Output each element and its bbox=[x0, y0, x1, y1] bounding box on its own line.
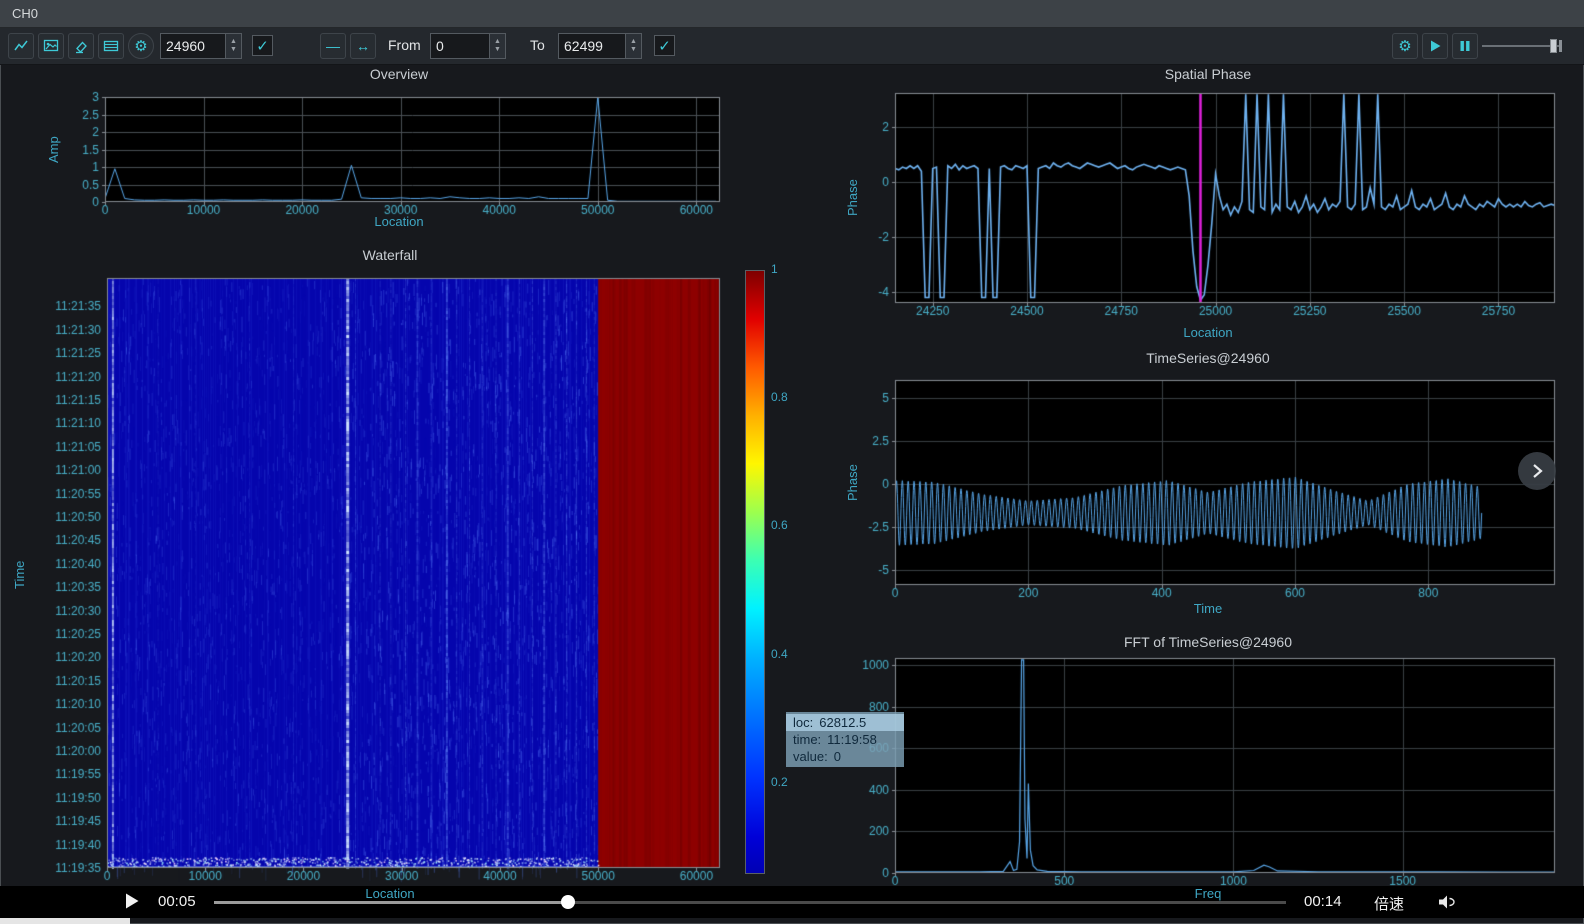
full-range-button[interactable]: ↔ bbox=[350, 33, 376, 59]
spinner-up-icon: ▲ bbox=[630, 38, 637, 46]
eraser-icon bbox=[73, 38, 89, 54]
from-input-group: ▲▼ bbox=[430, 33, 506, 59]
to-spinner[interactable]: ▲▼ bbox=[625, 34, 641, 58]
play-button[interactable] bbox=[1422, 33, 1448, 59]
slider-handle[interactable] bbox=[1550, 39, 1557, 53]
settings-tool-button[interactable]: ⚙ bbox=[128, 33, 154, 59]
chevron-right-icon bbox=[1530, 463, 1544, 479]
layout-tool-button[interactable] bbox=[98, 33, 124, 59]
tooltip-loc-value: 62812.5 bbox=[819, 715, 866, 730]
location-input-group: ▲▼ bbox=[160, 33, 242, 59]
timeseries-title: TimeSeries@24960 bbox=[850, 350, 1566, 366]
spinner-down-icon: ▼ bbox=[494, 46, 501, 54]
waterfall-plot[interactable] bbox=[40, 270, 740, 884]
waterfall-xlabel: Location bbox=[40, 886, 740, 901]
titlebar: CH0 bbox=[0, 0, 1584, 28]
overview-plot[interactable] bbox=[58, 88, 740, 220]
tooltip-value-row: value: 0 bbox=[786, 748, 904, 765]
spatial-xlabel: Location bbox=[850, 325, 1566, 340]
timeseries-ylabel: Phase bbox=[845, 435, 860, 531]
pause-button[interactable] bbox=[1452, 33, 1478, 59]
tooltip-loc-row: loc: 62812.5 bbox=[786, 714, 904, 731]
window-title: CH0 bbox=[12, 6, 38, 21]
waterfall-title: Waterfall bbox=[40, 247, 740, 263]
clear-tool-button[interactable] bbox=[68, 33, 94, 59]
tooltip-time-label: time: bbox=[793, 732, 821, 747]
from-input[interactable] bbox=[431, 34, 489, 58]
to-input-group: ▲▼ bbox=[558, 33, 642, 59]
range-arrows-icon: ↔ bbox=[356, 38, 370, 54]
colorbar bbox=[745, 270, 765, 874]
from-label: From bbox=[388, 37, 421, 53]
to-input[interactable] bbox=[559, 34, 625, 58]
panel-layout-icon bbox=[103, 38, 119, 54]
overview-title: Overview bbox=[58, 66, 740, 82]
fft-plot[interactable] bbox=[850, 650, 1566, 896]
image-icon bbox=[43, 38, 59, 54]
tooltip-time-value: 11:19:58 bbox=[827, 732, 877, 747]
spatial-phase-plot[interactable] bbox=[850, 85, 1566, 329]
minus-icon: — bbox=[326, 38, 340, 54]
spinner-up-icon: ▲ bbox=[230, 38, 237, 46]
gear-icon: ⚙ bbox=[134, 37, 147, 55]
snapshot-tool-button[interactable] bbox=[38, 33, 64, 59]
seek-progress bbox=[214, 901, 568, 904]
spinner-down-icon: ▼ bbox=[630, 46, 637, 54]
from-spinner[interactable]: ▲▼ bbox=[489, 34, 505, 58]
gear-icon: ⚙ bbox=[1398, 37, 1411, 55]
spatial-title: Spatial Phase bbox=[850, 66, 1566, 82]
toolbar: ⚙ ▲▼ ✓ — ↔ From ▲▼ To ▲▼ ✓ ⚙ bbox=[0, 28, 1584, 65]
checkmark-icon: ✓ bbox=[658, 37, 671, 55]
window-corner-strip bbox=[0, 918, 130, 924]
line-chart-icon bbox=[13, 38, 29, 54]
hover-tooltip: loc: 62812.5 time: 11:19:58 value: 0 bbox=[786, 712, 904, 767]
app-window: CH0 ⚙ ▲▼ ✓ — ↔ From bbox=[0, 0, 1584, 924]
colorbar-label: 1 bbox=[771, 262, 801, 276]
overview-xlabel: Location bbox=[58, 214, 740, 229]
playback-settings-button[interactable]: ⚙ bbox=[1392, 33, 1418, 59]
colorbar-label: 0.4 bbox=[771, 647, 801, 661]
spatial-ylabel: Phase bbox=[845, 150, 860, 246]
colorbar-label: 0.6 bbox=[771, 518, 801, 532]
tooltip-value-label: value: bbox=[793, 749, 828, 764]
location-input[interactable] bbox=[161, 34, 225, 58]
to-label: To bbox=[530, 37, 545, 53]
spinner-up-icon: ▲ bbox=[494, 38, 501, 46]
waterfall-ylabel: Time bbox=[12, 520, 27, 630]
playback-speed-slider[interactable] bbox=[1482, 38, 1562, 54]
timeseries-plot[interactable] bbox=[850, 372, 1566, 608]
line-chart-tool-button[interactable] bbox=[8, 33, 34, 59]
tooltip-value-value: 0 bbox=[834, 749, 841, 764]
fft-xlabel: Freq bbox=[850, 886, 1566, 901]
timeseries-xlabel: Time bbox=[850, 601, 1566, 616]
checkmark-icon: ✓ bbox=[256, 37, 269, 55]
play-icon bbox=[1428, 39, 1442, 53]
tooltip-loc-label: loc: bbox=[793, 715, 813, 730]
location-checkbox[interactable]: ✓ bbox=[252, 35, 273, 56]
collapse-range-button[interactable]: — bbox=[320, 33, 346, 59]
slider-end-tick bbox=[1559, 40, 1562, 52]
expand-panel-button[interactable] bbox=[1518, 452, 1556, 490]
spinner-down-icon: ▼ bbox=[230, 46, 237, 54]
location-spinner[interactable]: ▲▼ bbox=[225, 34, 241, 58]
colorbar-label: 0.2 bbox=[771, 775, 801, 789]
colorbar-label: 0.8 bbox=[771, 390, 801, 404]
range-checkbox[interactable]: ✓ bbox=[654, 35, 675, 56]
pause-icon bbox=[1458, 39, 1472, 53]
fft-title: FFT of TimeSeries@24960 bbox=[850, 634, 1566, 650]
overview-ylabel: Amp bbox=[46, 105, 61, 195]
tooltip-time-row: time: 11:19:58 bbox=[786, 731, 904, 748]
